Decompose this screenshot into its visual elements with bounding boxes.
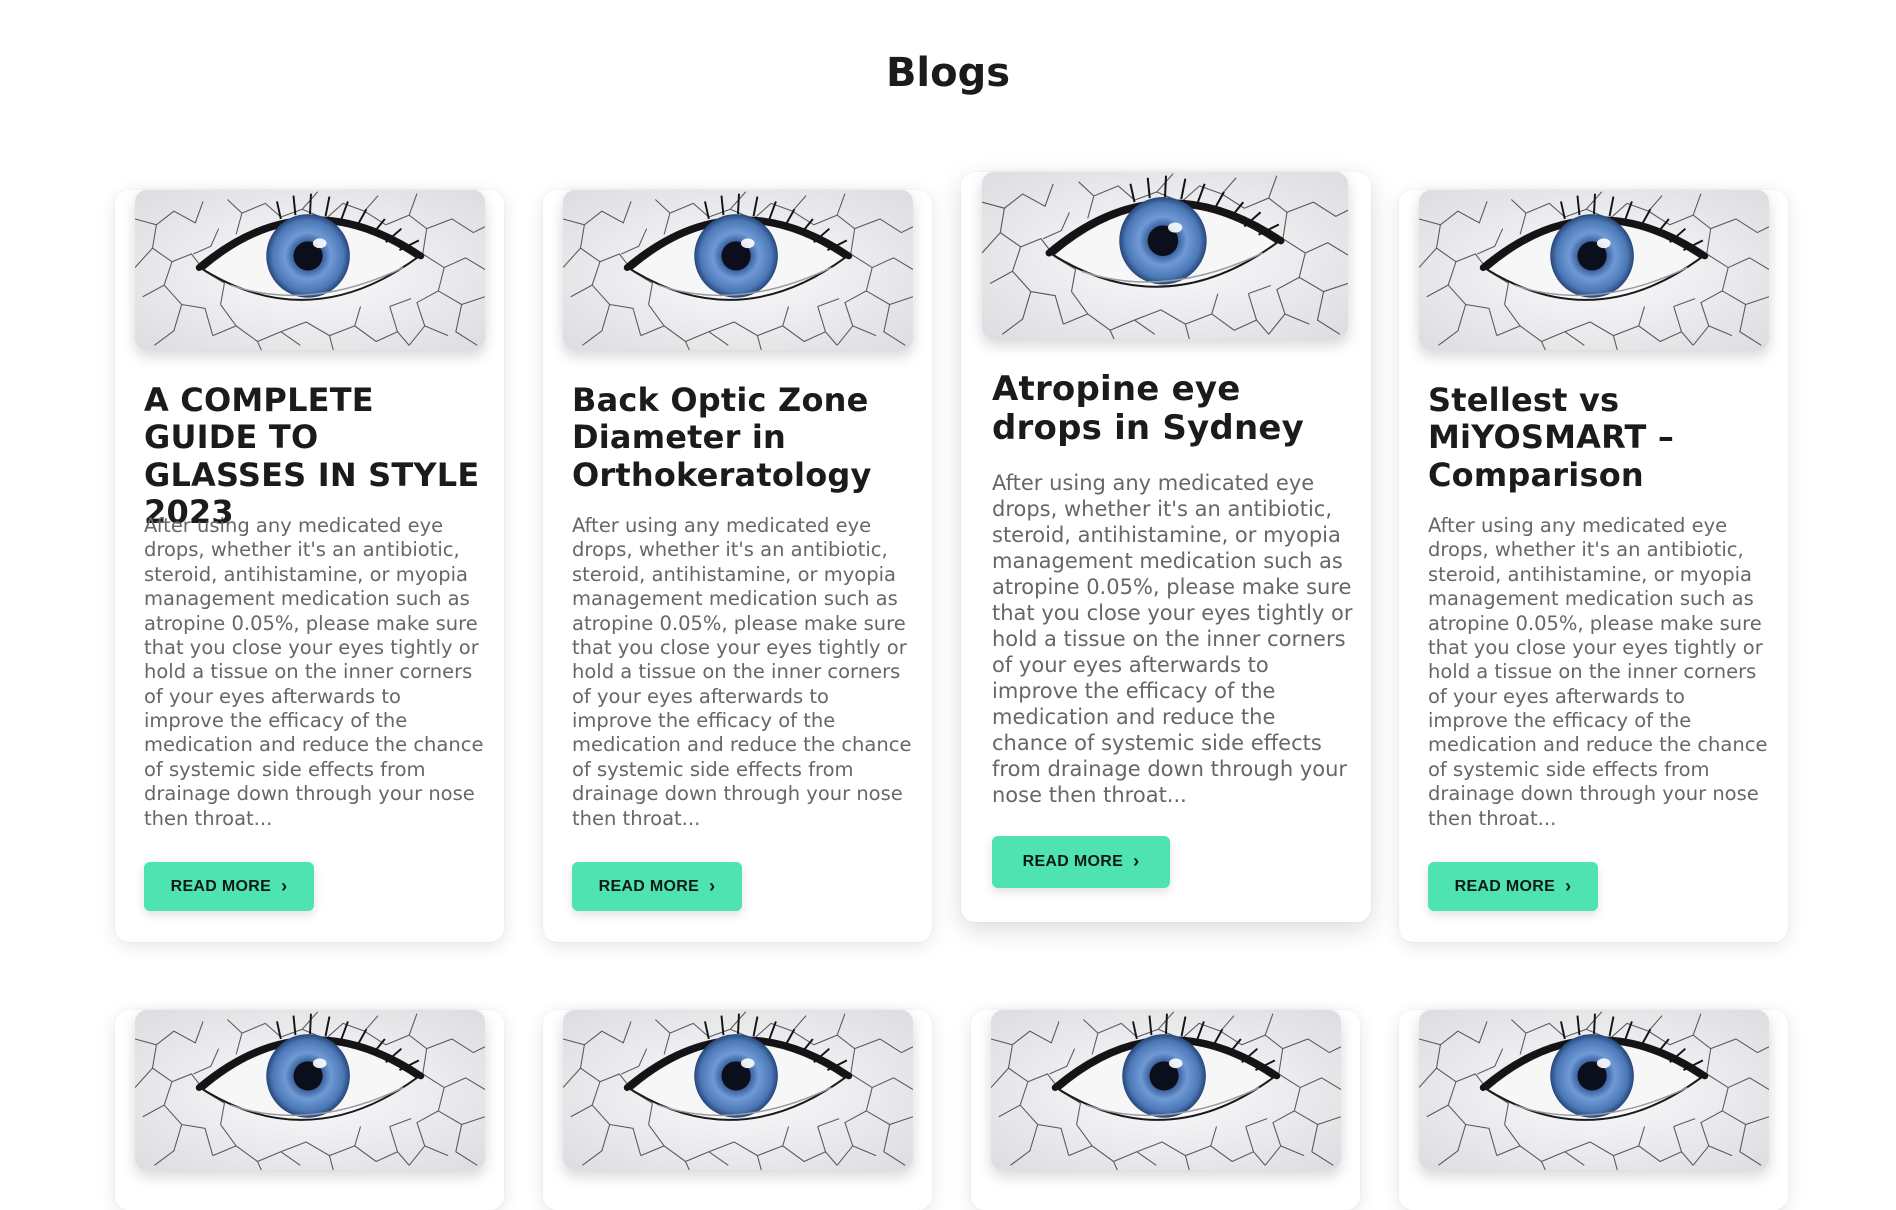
eye-image[interactable]	[982, 172, 1348, 339]
card-title[interactable]: Atropine eye drops in Sydney	[992, 369, 1342, 448]
blog-card: Back Optic Zone Diameter in Orthokeratol…	[543, 190, 932, 942]
read-more-label: READ MORE	[1022, 853, 1124, 870]
eye-image[interactable]	[563, 190, 913, 350]
eye-image[interactable]	[563, 1010, 913, 1170]
blog-card	[543, 1010, 932, 1210]
read-more-label: READ MORE	[1454, 877, 1556, 895]
card-excerpt: After using any medicated eye drops, whe…	[1428, 514, 1768, 830]
read-more-label: READ MORE	[170, 877, 272, 895]
card-excerpt: After using any medicated eye drops, whe…	[572, 514, 912, 830]
eye-image[interactable]	[1419, 1010, 1769, 1170]
read-more-button[interactable]: READ MORE ›	[1428, 862, 1598, 911]
blog-card: A COMPLETE GUIDE TO GLASSES IN STYLE 202…	[115, 190, 504, 942]
blog-card	[1399, 1010, 1788, 1210]
eye-image[interactable]	[135, 190, 485, 350]
card-excerpt: After using any medicated eye drops, whe…	[144, 514, 484, 830]
chevron-right-icon: ›	[281, 875, 288, 896]
eye-image[interactable]	[1419, 190, 1769, 350]
eye-image[interactable]	[135, 1010, 485, 1170]
read-more-button[interactable]: READ MORE ›	[572, 862, 742, 911]
chevron-right-icon: ›	[1133, 851, 1140, 871]
card-title[interactable]: Back Optic Zone Diameter in Orthokeratol…	[572, 381, 922, 494]
blog-card: Stellest vs MiYOSMART – Comparison After…	[1399, 190, 1788, 942]
page-title: Blogs	[885, 50, 1011, 96]
card-title[interactable]: Stellest vs MiYOSMART – Comparison	[1428, 381, 1768, 494]
eye-image[interactable]	[991, 1010, 1341, 1170]
blog-card	[971, 1010, 1360, 1210]
read-more-button[interactable]: READ MORE ›	[144, 862, 314, 911]
chevron-right-icon: ›	[709, 875, 716, 896]
read-more-button[interactable]: READ MORE ›	[992, 836, 1170, 888]
blog-card	[115, 1010, 504, 1210]
card-excerpt: After using any medicated eye drops, whe…	[992, 471, 1353, 808]
chevron-right-icon: ›	[1565, 875, 1572, 896]
blog-card: Atropine eye drops in Sydney After using…	[961, 172, 1371, 922]
card-title[interactable]: A COMPLETE GUIDE TO GLASSES IN STYLE 202…	[144, 381, 484, 532]
read-more-label: READ MORE	[598, 877, 700, 895]
